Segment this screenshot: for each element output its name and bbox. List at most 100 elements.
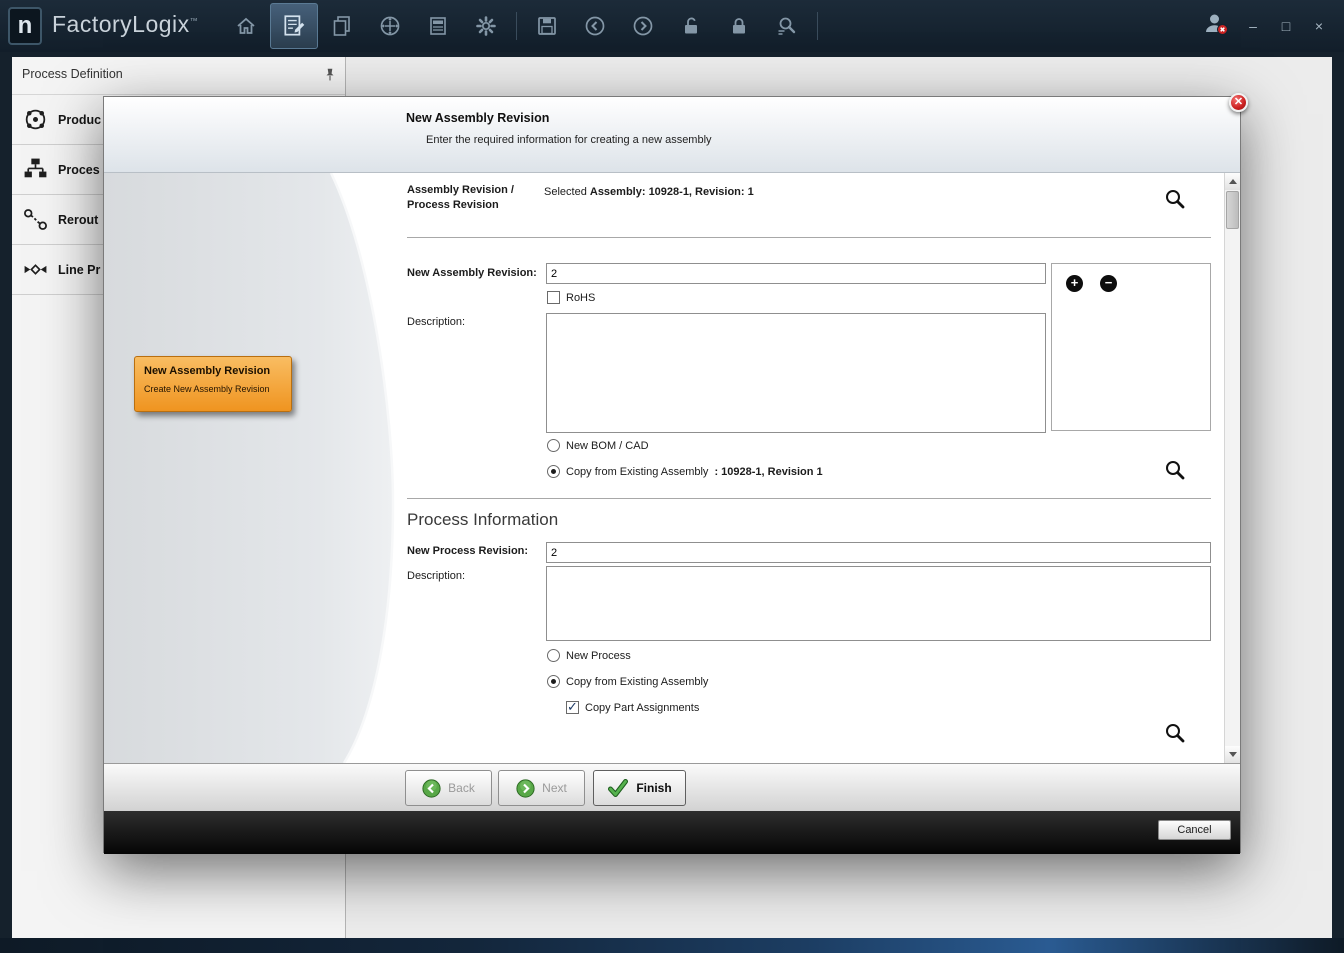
dialog-close-icon[interactable]: ✕ <box>1229 93 1248 112</box>
rohs-label: RoHS <box>566 292 595 304</box>
app-title: FactoryLogix™ <box>52 11 198 38</box>
unlock-icon[interactable] <box>667 3 715 49</box>
new-process-radio[interactable] <box>547 649 560 662</box>
new-process-label: New Process <box>566 650 631 662</box>
finish-button-label: Finish <box>636 781 671 795</box>
titlebar: n FactoryLogix™ <box>0 0 1344 52</box>
new-bom-cad-label: New BOM / CAD <box>566 440 649 452</box>
next-button[interactable]: Next <box>498 770 585 806</box>
copy-existing-process-radio[interactable] <box>547 675 560 688</box>
copy-existing-assembly-label: Copy from Existing Assembly <box>566 466 708 478</box>
settings-icon[interactable] <box>462 3 510 49</box>
copy-process-search-icon[interactable] <box>1164 722 1186 744</box>
sidebar-item-label: Produc <box>58 113 101 127</box>
trademark: ™ <box>190 16 199 25</box>
navigate-icon[interactable] <box>366 3 414 49</box>
back-button-label: Back <box>448 781 475 795</box>
cancel-button[interactable]: Cancel <box>1158 820 1231 840</box>
divider <box>407 237 1211 238</box>
dialog-body: New Assembly Revision Create New Assembl… <box>104 173 1240 763</box>
divider <box>407 498 1211 499</box>
lock-icon[interactable] <box>715 3 763 49</box>
copy-existing-assembly-radio-row[interactable]: Copy from Existing Assembly : 10928-1, R… <box>547 465 823 478</box>
new-assembly-revision-label: New Assembly Revision: <box>407 267 537 279</box>
maximize-button[interactable]: □ <box>1277 18 1295 34</box>
user-icon[interactable] <box>1202 11 1229 42</box>
add-icon[interactable]: + <box>1066 275 1083 292</box>
next-button-label: Next <box>542 781 567 795</box>
copy-icon[interactable] <box>318 3 366 49</box>
pin-icon[interactable] <box>323 67 337 88</box>
new-bom-cad-radio[interactable] <box>547 439 560 452</box>
reroute-icon <box>22 206 49 233</box>
app-logo: n <box>8 7 42 45</box>
process-description-textarea[interactable] <box>546 566 1211 641</box>
scroll-down-icon[interactable] <box>1225 746 1240 763</box>
rohs-checkbox-row[interactable]: RoHS <box>547 291 595 304</box>
panel-header: Process Definition <box>12 57 345 95</box>
scrollbar-thumb[interactable] <box>1226 191 1239 229</box>
dialog-subtitle: Enter the required information for creat… <box>426 134 712 146</box>
report-icon[interactable] <box>414 3 462 49</box>
assembly-revision-section-label: Assembly Revision / Process Revision <box>407 183 545 213</box>
new-assembly-revision-dialog: ✕ New Assembly Revision Enter the requir… <box>103 96 1241 853</box>
scrollbar[interactable] <box>1224 173 1240 763</box>
copy-existing-process-label: Copy from Existing Assembly <box>566 676 708 688</box>
copy-part-assignments-label: Copy Part Assignments <box>585 702 699 714</box>
toolbar-separator <box>516 12 517 40</box>
wizard-step-indicator[interactable]: New Assembly Revision Create New Assembl… <box>134 356 292 412</box>
copy-existing-assembly-value: : 10928-1, Revision 1 <box>714 466 822 478</box>
back-button[interactable]: Back <box>405 770 492 806</box>
dialog-header: New Assembly Revision Enter the required… <box>104 97 1240 173</box>
toolbar <box>222 2 824 50</box>
step-subtitle: Create New Assembly Revision <box>144 384 282 394</box>
copy-existing-assembly-radio[interactable] <box>547 465 560 478</box>
copy-assembly-search-icon[interactable] <box>1164 459 1186 481</box>
new-bom-cad-radio-row[interactable]: New BOM / CAD <box>547 439 649 452</box>
minimize-button[interactable]: – <box>1244 18 1262 34</box>
save-icon[interactable] <box>523 3 571 49</box>
line-process-icon <box>22 256 49 283</box>
toolbar-separator <box>817 12 818 40</box>
sidebar-item-label: Line Pr <box>58 263 100 277</box>
selected-value: Assembly: 10928-1, Revision: 1 <box>590 186 754 198</box>
rohs-checkbox[interactable] <box>547 291 560 304</box>
scroll-up-icon[interactable] <box>1225 173 1240 190</box>
back-arrow-icon <box>422 779 441 798</box>
app-name-text: FactoryLogix <box>52 11 190 37</box>
step-title: New Assembly Revision <box>144 365 282 377</box>
process-information-heading: Process Information <box>407 510 558 530</box>
back-icon[interactable] <box>571 3 619 49</box>
assembly-description-textarea[interactable] <box>546 313 1046 433</box>
sidebar-item-label: Rerout <box>58 213 98 227</box>
new-process-radio-row[interactable]: New Process <box>547 649 631 662</box>
process-editor-icon[interactable] <box>270 3 318 49</box>
copy-existing-process-radio-row[interactable]: Copy from Existing Assembly <box>547 675 708 688</box>
copy-part-assignments-checkbox[interactable] <box>566 701 579 714</box>
product-icon <box>22 106 49 133</box>
new-process-revision-label: New Process Revision: <box>407 545 528 557</box>
remove-icon[interactable]: − <box>1100 275 1117 292</box>
new-assembly-revision-input[interactable] <box>546 263 1046 284</box>
home-icon[interactable] <box>222 3 270 49</box>
close-button[interactable]: × <box>1310 18 1328 34</box>
find-icon[interactable] <box>763 3 811 49</box>
wizard-sidebar <box>104 173 396 763</box>
copy-part-assignments-row[interactable]: Copy Part Assignments <box>566 701 699 714</box>
sidebar-item-label: Proces <box>58 163 100 177</box>
dialog-title: New Assembly Revision <box>406 111 549 125</box>
finish-check-icon <box>607 778 629 798</box>
finish-button[interactable]: Finish <box>593 770 686 806</box>
process-icon <box>22 156 49 183</box>
process-description-label: Description: <box>407 570 465 582</box>
forward-icon[interactable] <box>619 3 667 49</box>
next-arrow-icon <box>516 779 535 798</box>
revision-list-panel: + − <box>1051 263 1211 431</box>
assembly-description-label: Description: <box>407 316 465 328</box>
dialog-footer: Cancel <box>104 811 1240 854</box>
panel-title: Process Definition <box>22 67 123 81</box>
new-process-revision-input[interactable] <box>546 542 1211 563</box>
assembly-search-icon[interactable] <box>1164 188 1186 210</box>
window-bottom-edge <box>0 938 1344 953</box>
selected-prefix: Selected <box>544 186 590 198</box>
